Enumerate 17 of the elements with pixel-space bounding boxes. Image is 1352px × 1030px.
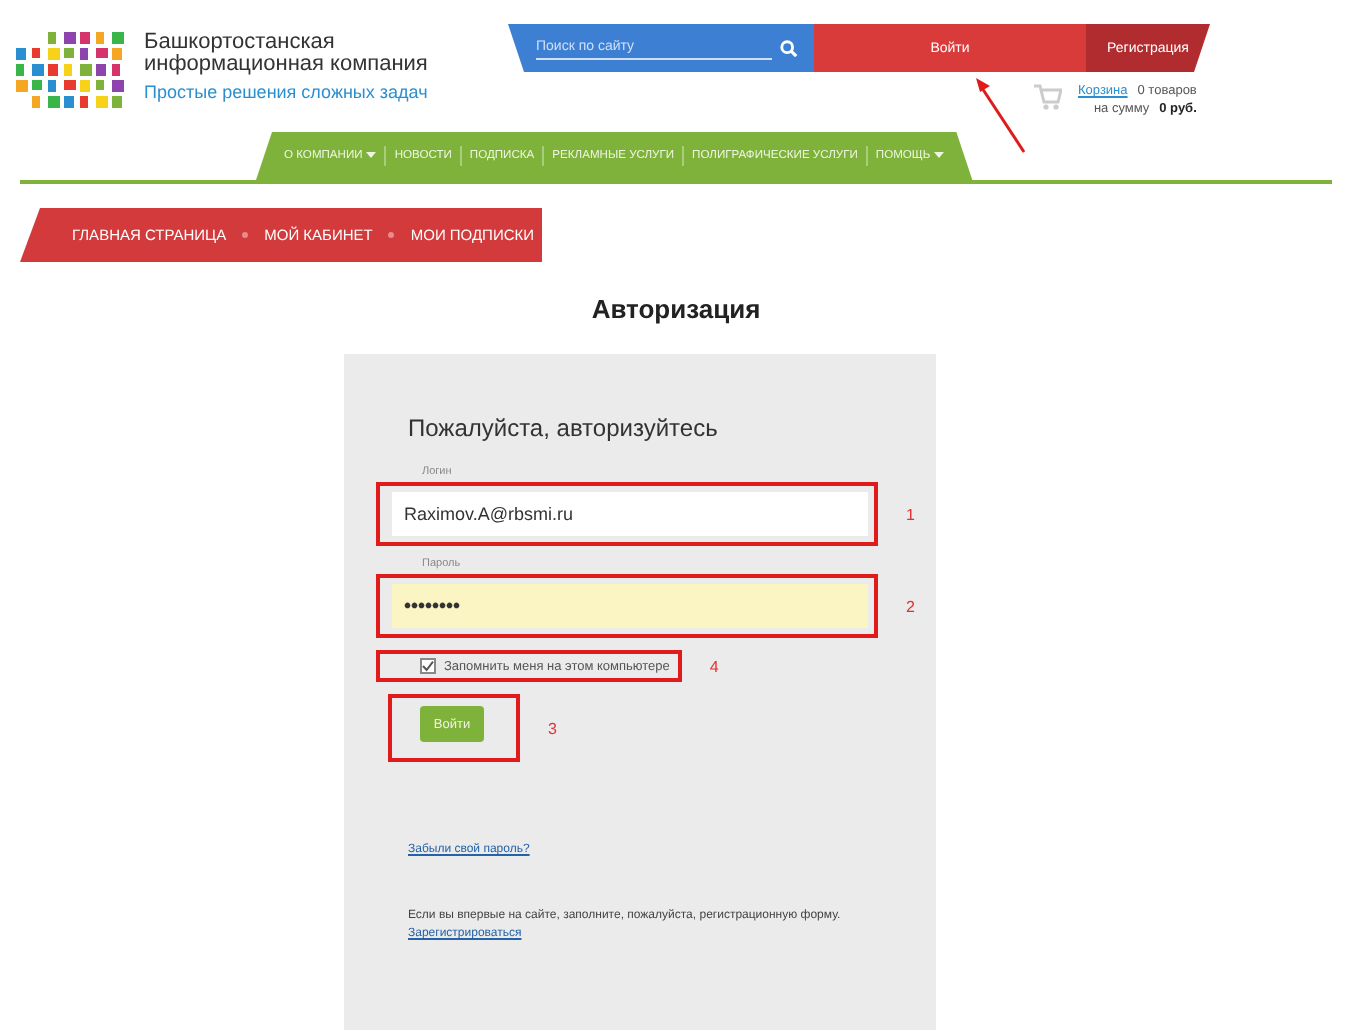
annotation-number: 1 — [906, 505, 915, 523]
form-heading: Пожалуйста, авторизуйтесь — [408, 414, 720, 442]
caret-icon — [366, 152, 377, 160]
page-title: Авторизация — [589, 294, 763, 324]
annotation-number: 3 — [548, 719, 557, 737]
logo-text: Башкортостанская — [144, 32, 337, 54]
login-field[interactable]: Raximov.A@rbsmi.ru — [392, 492, 868, 536]
logo-text: информационная компания — [144, 54, 428, 76]
search-icon[interactable] — [780, 39, 798, 57]
caret-icon — [934, 152, 945, 160]
annotation-number: 4 — [709, 657, 719, 675]
annotation-number: 2 — [906, 597, 915, 615]
check-icon — [422, 660, 434, 672]
logo-icon — [16, 32, 128, 112]
tagline: Простые решения сложных задач — [144, 82, 428, 102]
annotation-arrow — [970, 76, 1030, 156]
password-field[interactable]: •••••••• — [392, 584, 868, 628]
